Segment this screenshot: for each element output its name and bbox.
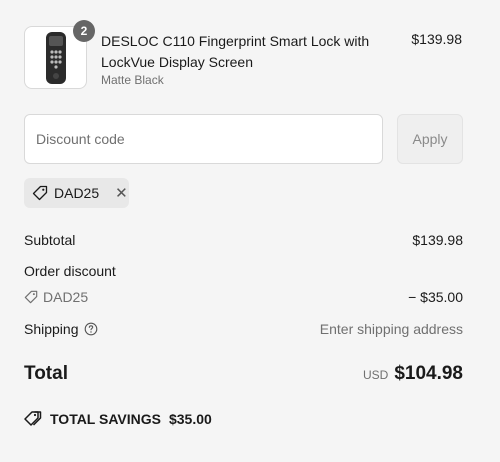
product-variant: Matte Black [101,73,164,87]
cart-line-item: 2 DESLOC C110 Fingerprint Smart Lock wit… [24,20,464,90]
currency-code: USD [362,368,389,382]
help-icon[interactable] [84,322,98,336]
shipping-label: Shipping [24,321,79,337]
order-discount-label: Order discount [24,263,116,279]
applied-discount-chip: DAD25 ✕ [24,178,129,208]
discount-amount: − $35.00 [408,289,463,305]
savings-amount: $35.00 [168,411,212,427]
discount-code-name: DAD25 [43,289,89,305]
shipping-value: Enter shipping address [319,321,463,337]
total-amount: $104.98 [394,363,463,384]
discount-code-input[interactable]: Discount code [24,114,383,164]
subtotal-row: Subtotal $139.98 [24,232,463,248]
total-savings: TOTAL SAVINGS $35.00 [24,410,212,428]
savings-label: TOTAL SAVINGS [50,411,161,427]
product-title: DESLOC C110 Fingerprint Smart Lock with … [101,33,370,70]
total-row: Total USD $104.98 [24,363,463,389]
discount-code-placeholder: Discount code [36,131,125,147]
apply-button[interactable]: Apply [397,114,463,164]
product-price: $139.98 [411,31,462,47]
smart-lock-icon [45,31,66,84]
remove-discount-icon[interactable]: ✕ [115,186,128,201]
savings-tag-icon [24,411,42,426]
quantity-badge: 2 [73,20,95,42]
discount-code-row: DAD25 − $35.00 [24,289,463,307]
order-discount-row: Order discount [24,263,463,279]
total-label: Total [24,363,68,384]
subtotal-value: $139.98 [412,232,463,248]
subtotal-label: Subtotal [24,232,76,248]
applied-discount-code: DAD25 [54,185,100,201]
tag-icon [32,185,48,201]
shipping-row: Shipping Enter shipping address [24,321,463,337]
tag-icon [24,290,38,304]
